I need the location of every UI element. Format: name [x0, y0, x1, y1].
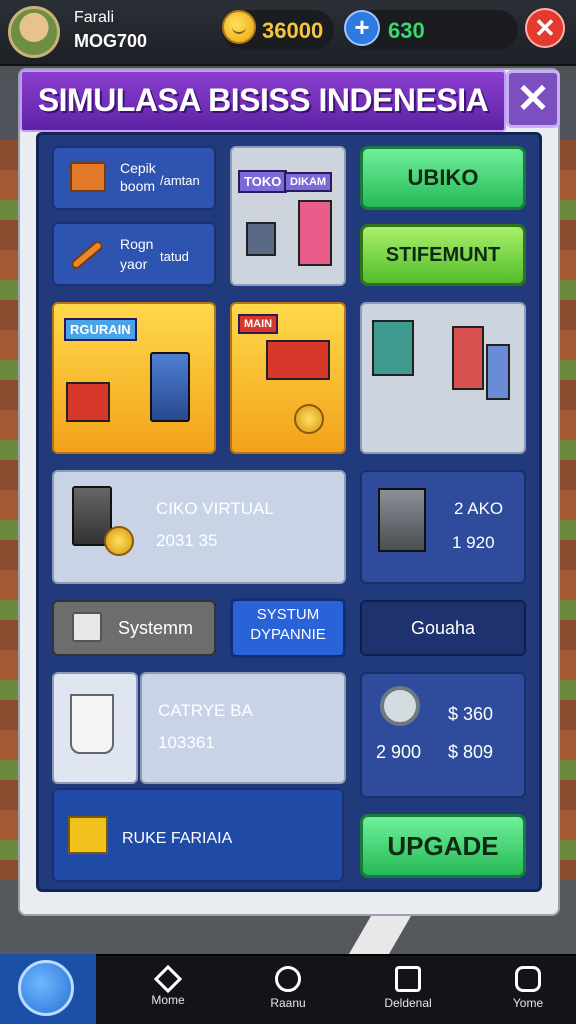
- shop-stall-icon: [66, 382, 110, 422]
- player-avatar[interactable]: [8, 6, 60, 58]
- coin-icon: [222, 10, 256, 44]
- stat-left: 2 900: [376, 742, 422, 762]
- nav-item-raanu[interactable]: Raanu: [248, 966, 328, 1010]
- card1-line3: /amtan: [160, 173, 200, 188]
- crate-icon: [70, 162, 106, 192]
- city-building-icon-1: [372, 320, 414, 376]
- ako-value: 1 920: [452, 533, 495, 552]
- yellow1-sign: RGURAIN: [64, 318, 137, 341]
- ciko-title: CIKO VIRTUAL: [156, 499, 274, 518]
- market-icon: [266, 340, 330, 380]
- nav-item-mome[interactable]: Mome: [128, 964, 208, 1007]
- nav-item-yome[interactable]: Yome: [488, 966, 568, 1010]
- player-name: Farali: [74, 9, 115, 26]
- city-building-icon-2: [452, 326, 484, 390]
- nav-label-mome: Mome: [151, 993, 185, 1007]
- player-id: MOG700: [74, 31, 148, 51]
- stall-icon: [246, 222, 276, 256]
- rukefariaia-label: RUKE FARIAIA: [122, 830, 233, 847]
- card2-line1: Rogn: [120, 236, 154, 252]
- clock-icon: [380, 686, 420, 726]
- hexagon-icon: [515, 966, 541, 992]
- stifemunt-button[interactable]: STIFEMUNT: [360, 224, 526, 286]
- card1-line2: boom: [120, 178, 156, 194]
- panel-close-button[interactable]: ✕: [506, 70, 560, 128]
- catrye-card[interactable]: [140, 672, 346, 784]
- price-secondary: $ 809: [448, 742, 494, 762]
- shop-card-rogn[interactable]: [52, 222, 216, 286]
- machine-icon: [378, 488, 426, 552]
- system-label: Systemm: [118, 618, 194, 638]
- building-icon: [298, 200, 332, 266]
- ciko-value: 2031 35: [156, 531, 218, 550]
- ako-title: 2 AKO: [454, 499, 504, 518]
- gem-value: 630: [388, 18, 425, 43]
- nav-label-deldenal: Deldenal: [384, 996, 432, 1010]
- card2-line2: yaor: [120, 256, 148, 272]
- coin-stack-icon: [104, 526, 134, 556]
- upgrade-button[interactable]: UPGADE: [360, 814, 526, 878]
- card2-line3: tatud: [160, 249, 189, 264]
- card1-line1: Cepik: [120, 160, 156, 176]
- system-dynamic-line2: DYPANNIE: [250, 626, 326, 643]
- price-primary: $ 360: [448, 704, 494, 724]
- nav-item-deldenal[interactable]: Deldenal: [368, 966, 448, 1010]
- city-building-icon-3: [486, 344, 510, 400]
- system-dynamic-line1: SYSTUM: [256, 606, 320, 623]
- coffee-cup-icon: [70, 694, 114, 754]
- catrye-title: CATRYE BA: [158, 701, 253, 720]
- toko-sign: TOKO: [238, 170, 288, 193]
- circle-icon: [275, 966, 301, 992]
- yellow2-sign: MAIN: [238, 314, 279, 334]
- coins-icon: [294, 404, 324, 434]
- ubiko-button[interactable]: UBIKO: [360, 146, 526, 210]
- hud-close-button[interactable]: ✕: [525, 8, 565, 48]
- gift-icon: [68, 816, 108, 854]
- tower-icon: [150, 352, 190, 422]
- panel-title: SIMULASA BISISS INDENESIA: [37, 82, 489, 118]
- catrye-value: 103361: [158, 733, 215, 752]
- nav-label-raanu: Raanu: [270, 996, 306, 1010]
- nav-label-yome: Yome: [512, 996, 544, 1010]
- chat-home-icon[interactable]: [18, 960, 74, 1016]
- add-currency-button[interactable]: +: [344, 10, 380, 46]
- gouaha-label: Gouaha: [410, 618, 476, 638]
- coin-value: 36000: [262, 18, 324, 43]
- cube-icon: [72, 612, 102, 642]
- diamond-icon: [153, 964, 183, 994]
- toko-sign-secondary: DIKAM: [284, 172, 333, 192]
- square-icon: [395, 966, 421, 992]
